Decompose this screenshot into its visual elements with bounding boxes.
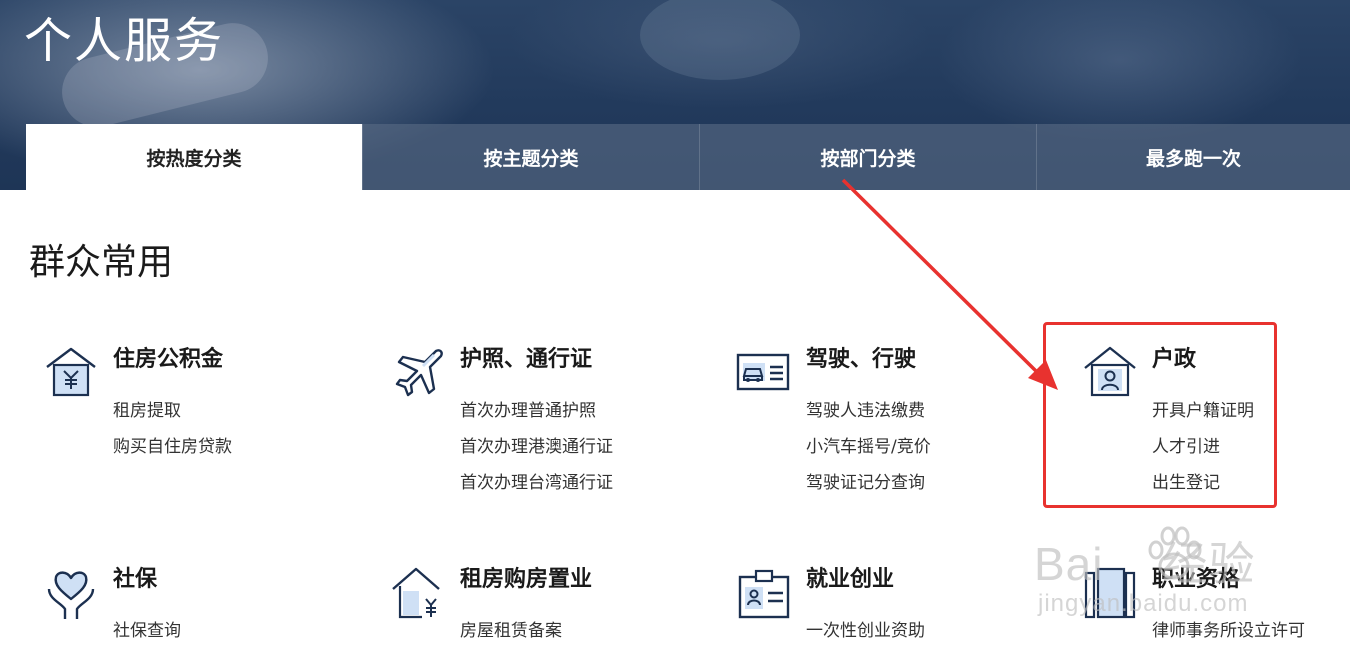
heart-hands-icon bbox=[47, 571, 95, 619]
category-title[interactable]: 就业创业 bbox=[806, 565, 894, 595]
service-link[interactable]: 小汽车摇号/竞价 bbox=[806, 429, 931, 465]
category-links: 驾驶人违法缴费 小汽车摇号/竞价 驾驶证记分查询 bbox=[806, 393, 931, 501]
annotation-highlight-box bbox=[1043, 322, 1277, 508]
tab-by-department[interactable]: 按部门分类 bbox=[699, 124, 1036, 190]
service-link[interactable]: 购买自住房贷款 bbox=[113, 429, 232, 465]
category-title[interactable]: 驾驶、行驶 bbox=[806, 345, 916, 375]
service-link[interactable]: 一次性创业资助 bbox=[806, 613, 925, 649]
house-yuan-icon bbox=[46, 347, 96, 397]
tab-by-theme[interactable]: 按主题分类 bbox=[362, 124, 699, 190]
service-link[interactable]: 驾驶证记分查询 bbox=[806, 465, 931, 501]
house-arrow-yuan-icon bbox=[392, 567, 440, 619]
category-tabs: 按热度分类 按主题分类 按部门分类 最多跑一次 bbox=[26, 124, 1350, 190]
category-title[interactable]: 住房公积金 bbox=[113, 345, 223, 375]
service-link[interactable]: 驾驶人违法缴费 bbox=[806, 393, 931, 429]
category-links: 租房提取 购买自住房贷款 bbox=[113, 393, 232, 465]
header-banner: 个人服务 按热度分类 按主题分类 按部门分类 最多跑一次 bbox=[0, 0, 1350, 190]
category-title[interactable]: 租房购房置业 bbox=[460, 565, 592, 595]
category-links: 房屋租赁备案 bbox=[460, 613, 562, 649]
airplane-icon bbox=[395, 349, 443, 397]
category-links: 社保查询 bbox=[113, 613, 181, 649]
category-title[interactable]: 社保 bbox=[113, 565, 157, 595]
tab-one-visit[interactable]: 最多跑一次 bbox=[1036, 124, 1350, 190]
tab-by-popularity[interactable]: 按热度分类 bbox=[26, 124, 362, 190]
car-license-icon bbox=[736, 353, 790, 391]
service-link[interactable]: 社保查询 bbox=[113, 613, 181, 649]
category-links: 首次办理普通护照 首次办理港澳通行证 首次办理台湾通行证 bbox=[460, 393, 613, 501]
category-title[interactable]: 职业资格 bbox=[1152, 565, 1240, 595]
category-title[interactable]: 护照、通行证 bbox=[460, 345, 592, 375]
banner-decoration bbox=[640, 0, 800, 80]
category-links: 律师事务所设立许可 bbox=[1152, 613, 1305, 649]
section-title: 群众常用 bbox=[29, 242, 174, 283]
qualification-icon bbox=[1084, 567, 1136, 619]
category-links: 一次性创业资助 bbox=[806, 613, 925, 649]
service-link[interactable]: 首次办理普通护照 bbox=[460, 393, 613, 429]
service-link[interactable]: 首次办理台湾通行证 bbox=[460, 465, 613, 501]
service-link[interactable]: 律师事务所设立许可 bbox=[1152, 613, 1305, 649]
service-link[interactable]: 租房提取 bbox=[113, 393, 232, 429]
service-link[interactable]: 房屋租赁备案 bbox=[460, 613, 562, 649]
page-title: 个人服务 bbox=[24, 13, 225, 69]
service-link[interactable]: 首次办理港澳通行证 bbox=[460, 429, 613, 465]
id-badge-icon bbox=[738, 569, 790, 619]
